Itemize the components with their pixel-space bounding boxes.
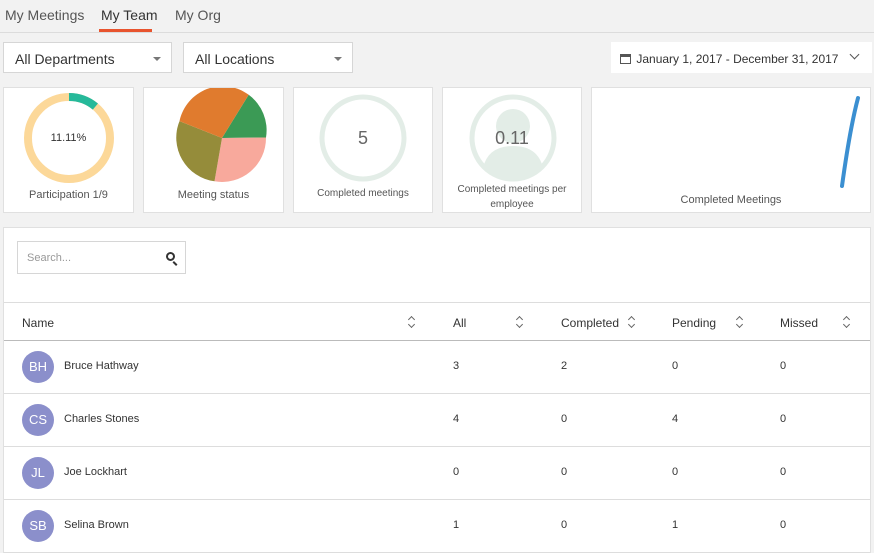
- tab-my-team[interactable]: My Team: [101, 7, 158, 23]
- meeting-status-label: Meeting status: [177, 189, 250, 201]
- search-input[interactable]: [18, 242, 148, 273]
- completed-trend-label: Completed Meetings: [680, 194, 782, 206]
- avatar: CS: [22, 404, 54, 436]
- table-row[interactable]: BH Bruce Hathway 3 2 0 0: [4, 341, 870, 394]
- cell-all: 0: [453, 466, 460, 478]
- member-name[interactable]: Joe Lockhart: [64, 466, 127, 478]
- team-table-panel: Name All Completed Pending Missed BH Bru…: [3, 227, 871, 553]
- avatar: BH: [22, 351, 54, 383]
- sort-icon[interactable]: [736, 316, 744, 328]
- cell-all: 1: [453, 519, 460, 531]
- pie-slice: [214, 137, 267, 182]
- trend-line: [840, 96, 860, 188]
- cell-missed: 0: [780, 360, 787, 372]
- completed-meetings-label: Completed meetings: [317, 188, 409, 199]
- per-employee-value: 0.11: [495, 128, 529, 148]
- completed-meetings-card: 5 Completed meetings: [293, 87, 433, 213]
- sort-icon[interactable]: [628, 316, 636, 328]
- avatar: JL: [22, 457, 54, 489]
- sort-icon[interactable]: [516, 316, 524, 328]
- cell-pending: 0: [672, 360, 679, 372]
- per-employee-card: 0.11 Completed meetings per employee: [442, 87, 582, 213]
- column-header-completed[interactable]: Completed: [561, 316, 619, 330]
- department-select[interactable]: All Departments: [3, 42, 172, 73]
- table-row[interactable]: SB Selina Brown 1 0 1 0: [4, 500, 870, 553]
- cell-all: 4: [453, 413, 460, 425]
- location-select-value: All Locations: [195, 51, 275, 67]
- member-name[interactable]: Bruce Hathway: [64, 360, 139, 372]
- cell-completed: 0: [561, 466, 568, 478]
- cell-completed: 2: [561, 360, 568, 372]
- cell-pending: 0: [672, 466, 679, 478]
- date-range-picker[interactable]: January 1, 2017 - December 31, 2017: [611, 42, 872, 73]
- view-tabs: My Meetings My Team My Org: [0, 0, 874, 33]
- calendar-icon: [620, 54, 631, 64]
- member-name[interactable]: Selina Brown: [64, 519, 129, 531]
- participation-value: 11.11%: [50, 132, 87, 144]
- member-name[interactable]: Charles Stones: [64, 413, 139, 425]
- per-employee-label-line1: Completed meetings per: [457, 184, 567, 195]
- participation-label: Participation 1/9: [29, 189, 108, 201]
- avatar: SB: [22, 510, 54, 542]
- table-row[interactable]: CS Charles Stones 4 0 4 0: [4, 394, 870, 447]
- meeting-status-card: Meeting status: [143, 87, 284, 213]
- active-tab-indicator: [99, 29, 152, 32]
- caret-down-icon: [334, 57, 342, 61]
- cell-missed: 0: [780, 519, 787, 531]
- cell-missed: 0: [780, 413, 787, 425]
- cell-completed: 0: [561, 519, 568, 531]
- person-icon: [469, 94, 557, 182]
- column-header-missed[interactable]: Missed: [780, 316, 818, 330]
- cell-all: 3: [453, 360, 460, 372]
- search-box: [17, 241, 186, 274]
- tab-my-meetings[interactable]: My Meetings: [5, 7, 84, 23]
- sort-icon[interactable]: [843, 316, 851, 328]
- search-icon[interactable]: [166, 252, 175, 261]
- column-header-all[interactable]: All: [453, 316, 466, 330]
- completed-trend-card: Completed Meetings: [591, 87, 871, 213]
- cell-completed: 0: [561, 413, 568, 425]
- column-header-name[interactable]: Name: [22, 316, 54, 330]
- caret-down-icon: [153, 57, 161, 61]
- sort-icon[interactable]: [408, 316, 416, 328]
- participation-card: 11.11% Participation 1/9: [3, 87, 134, 213]
- column-header-pending[interactable]: Pending: [672, 316, 716, 330]
- date-range-value: January 1, 2017 - December 31, 2017: [636, 52, 839, 66]
- tab-my-org[interactable]: My Org: [175, 7, 221, 23]
- chevron-down-icon: [849, 49, 860, 60]
- cell-pending: 1: [672, 519, 679, 531]
- department-select-value: All Departments: [15, 51, 115, 67]
- table-row[interactable]: JL Joe Lockhart 0 0 0 0: [4, 447, 870, 500]
- table-header: Name All Completed Pending Missed: [4, 302, 870, 341]
- completed-meetings-value: 5: [357, 128, 368, 148]
- per-employee-label-line2: employee: [490, 199, 534, 210]
- location-select[interactable]: All Locations: [183, 42, 353, 73]
- cell-missed: 0: [780, 466, 787, 478]
- cell-pending: 4: [672, 413, 679, 425]
